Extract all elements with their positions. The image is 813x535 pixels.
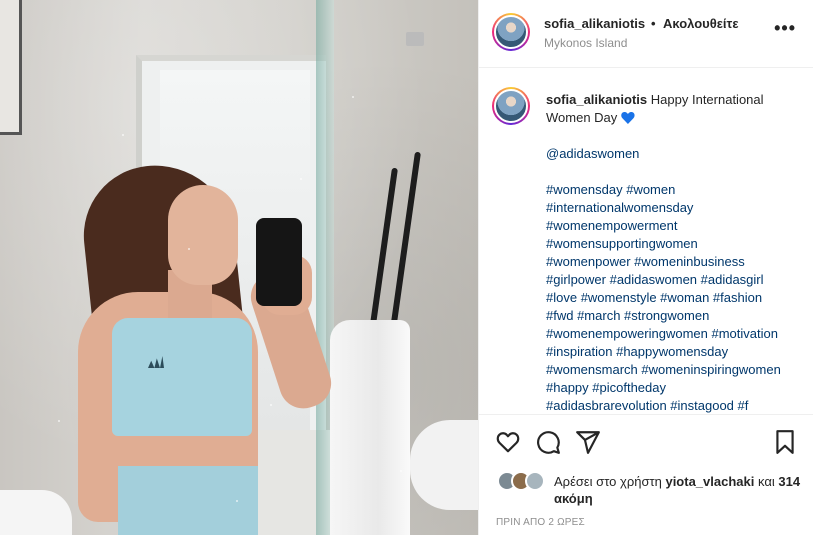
photo-sink: [410, 420, 478, 510]
post-actions: Αρέσει στο χρήστη yiota_vlachaki και 314…: [479, 414, 813, 535]
likes-prefix: Αρέσει στο χρήστη: [554, 474, 662, 489]
hashtag-line[interactable]: #womensday #women: [546, 181, 808, 199]
hashtag-list: #womensday #women #internationalwomensday…: [546, 181, 808, 414]
hashtag-line[interactable]: #girlpower #adidaswomen #adidasgirl: [546, 271, 808, 289]
hashtag-line[interactable]: #womensmarch #womeninspiringwomen: [546, 361, 808, 379]
more-horizontal-icon[interactable]: •••: [774, 19, 796, 37]
author-avatar[interactable]: [492, 13, 530, 51]
caption-text: sofia_alikaniotis Happy International Wo…: [546, 91, 808, 414]
photo-smartphone: [256, 218, 302, 306]
following-button[interactable]: Ακολουθείτε: [663, 16, 739, 31]
hashtag-line[interactable]: #internationalwomensday: [546, 199, 808, 217]
blue-heart-icon: [621, 111, 635, 124]
bookmark-icon[interactable]: [772, 429, 798, 455]
hashtag-line[interactable]: #womensupportingwomen: [546, 235, 808, 253]
photo-person-face: [168, 185, 238, 285]
photo-mirror-frame: [0, 0, 22, 135]
avatar: [525, 471, 545, 491]
hashtag-line[interactable]: #womenempowerment: [546, 217, 808, 235]
author-username[interactable]: sofia_alikaniotis: [544, 16, 645, 31]
hashtag-line[interactable]: #inspiration #happywomensday: [546, 343, 808, 361]
photo-crop-top: [112, 318, 252, 436]
header-separator: •: [651, 16, 656, 31]
hashtag-line[interactable]: #adidasbrarevolution #instagood #f: [546, 397, 808, 414]
hashtag-line[interactable]: #womenpower #womeninbusiness: [546, 253, 808, 271]
photo-towel: [330, 320, 410, 535]
comment-icon[interactable]: [535, 429, 561, 455]
paper-plane-icon[interactable]: [575, 429, 601, 455]
photo-toilet: [0, 490, 72, 535]
post-photo[interactable]: [0, 0, 478, 535]
caption-section: sofia_alikaniotis Happy International Wo…: [479, 69, 813, 414]
heart-icon[interactable]: [495, 429, 521, 455]
hashtag-line[interactable]: #happy #picoftheday: [546, 379, 808, 397]
hashtag-line[interactable]: #fwd #march #strongwomen: [546, 307, 808, 325]
location-link[interactable]: Mykonos Island: [544, 36, 627, 50]
caption-username[interactable]: sofia_alikaniotis: [546, 92, 647, 107]
photo-wall-hook: [406, 32, 424, 46]
hashtag-line[interactable]: #love #womenstyle #woman #fashion: [546, 289, 808, 307]
likes-conjunction: και: [757, 474, 775, 489]
post-header: sofia_alikaniotis • Ακολουθείτε Mykonos …: [479, 0, 813, 68]
likes-summary: Αρέσει στο χρήστη yiota_vlachaki και 314…: [554, 473, 804, 507]
post-timestamp[interactable]: ΠΡΙΝ ΑΠΟ 2 ΩΡΕΣ: [496, 517, 585, 528]
liker-username[interactable]: yiota_vlachaki: [665, 474, 754, 489]
post-side-panel: sofia_alikaniotis • Ακολουθείτε Mykonos …: [478, 0, 813, 535]
mention-link[interactable]: @adidaswomen: [546, 145, 808, 163]
caption-author-avatar[interactable]: [492, 87, 530, 125]
hashtag-line[interactable]: #womenempoweringwomen #motivation: [546, 325, 808, 343]
liker-avatars[interactable]: [497, 471, 551, 493]
